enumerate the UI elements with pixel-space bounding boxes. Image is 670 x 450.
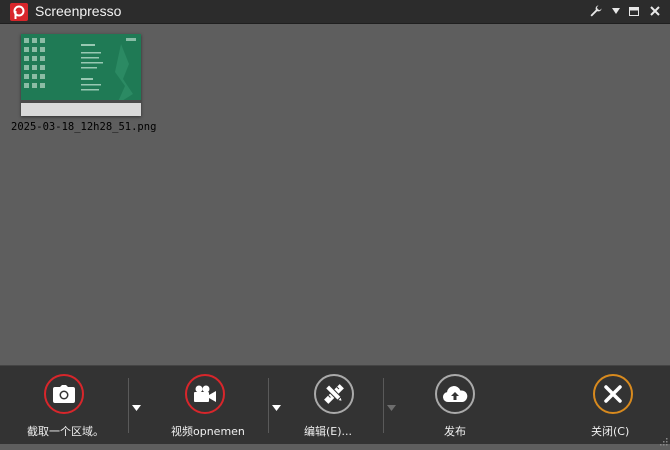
dropdown-arrow-icon[interactable]: [609, 4, 623, 18]
close-x-icon: [593, 374, 633, 414]
cloud-upload-icon: [435, 374, 475, 414]
separator: [128, 378, 129, 433]
close-app-button[interactable]: [593, 374, 633, 414]
screenpresso-logo-icon: [10, 3, 28, 21]
close-icon[interactable]: [648, 4, 662, 18]
capture-dropdown-arrow-icon[interactable]: [130, 403, 142, 413]
video-camera-icon: [185, 374, 225, 414]
close-app-label: 关闭(C): [591, 425, 630, 438]
capture-area-button[interactable]: [44, 374, 84, 414]
record-video-button[interactable]: [185, 374, 225, 414]
wrench-icon[interactable]: [589, 4, 603, 18]
window-restore-icon[interactable]: [627, 4, 641, 18]
pencil-ruler-icon: [314, 374, 354, 414]
camera-icon: [44, 374, 84, 414]
publish-button[interactable]: [435, 374, 475, 414]
thumbnail-filename: 2025-03-18_12h28_51.png: [11, 121, 157, 133]
resize-grip-icon[interactable]: [658, 431, 668, 446]
edit-label: 编辑(E)...: [304, 425, 353, 438]
separator: [383, 378, 384, 433]
title-bar: Screenpresso: [0, 0, 670, 24]
capture-area-label: 截取一个区域。: [27, 425, 104, 438]
thumbnail-preview: [21, 34, 141, 116]
window-title: Screenpresso: [35, 3, 122, 19]
edit-dropdown-arrow-icon: [385, 403, 397, 413]
edit-button[interactable]: [314, 374, 354, 414]
video-dropdown-arrow-icon[interactable]: [270, 403, 282, 413]
record-video-label: 视频opnemen: [171, 425, 245, 438]
separator: [268, 378, 269, 433]
capture-thumbnail[interactable]: [21, 34, 141, 116]
publish-label: 发布: [444, 425, 466, 438]
